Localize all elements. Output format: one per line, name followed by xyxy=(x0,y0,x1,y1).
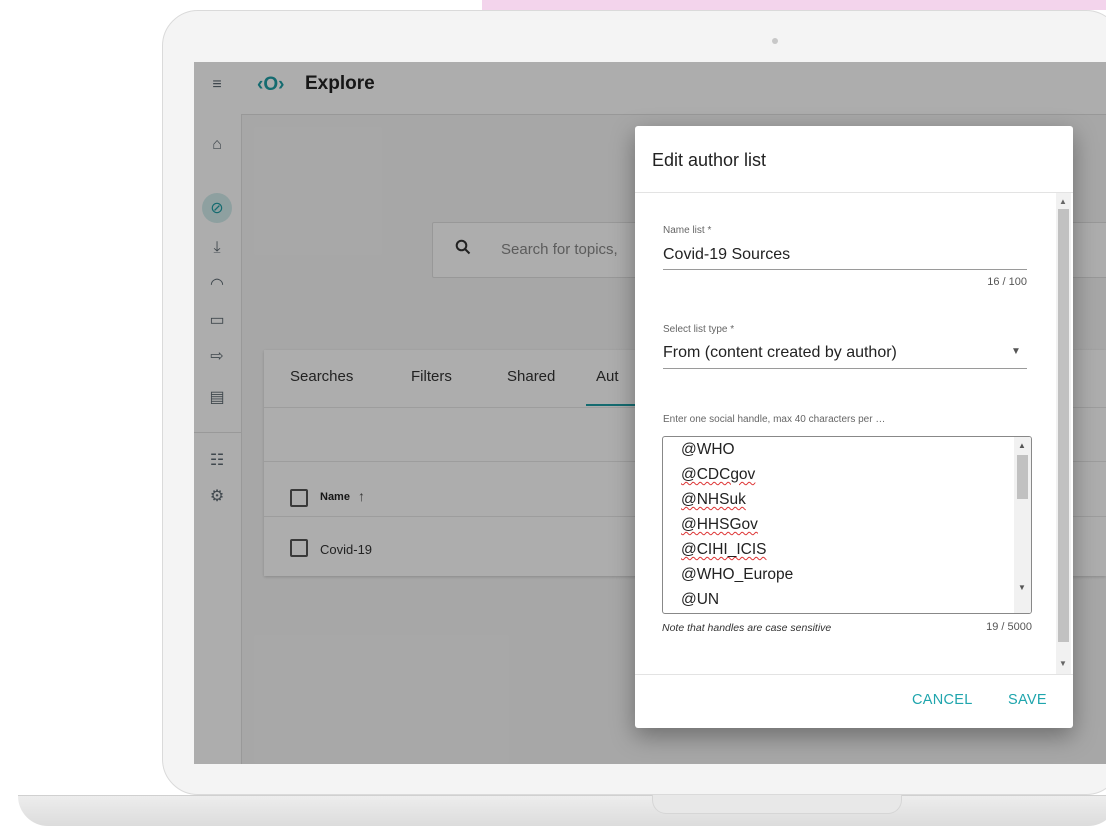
edit-author-list-dialog: Edit author list Name list * Covid-19 So… xyxy=(635,126,1073,728)
dialog-scroll-thumb[interactable] xyxy=(1058,209,1069,642)
dropdown-arrow-icon[interactable]: ▼ xyxy=(1011,346,1021,357)
dialog-scrollbar[interactable]: ▲ ▼ xyxy=(1056,193,1071,674)
scroll-down-icon[interactable]: ▼ xyxy=(1018,583,1026,592)
laptop-base xyxy=(18,795,1106,826)
handle-line: @WHO xyxy=(681,441,735,458)
name-list-input[interactable]: Covid-19 Sources xyxy=(663,246,790,264)
dialog-header-divider xyxy=(635,192,1073,193)
cancel-button[interactable]: CANCEL xyxy=(912,692,973,708)
list-type-label: Select list type * xyxy=(663,324,735,335)
list-type-underline xyxy=(663,368,1027,369)
laptop-notch xyxy=(652,795,902,814)
name-list-underline xyxy=(663,269,1027,270)
save-button[interactable]: SAVE xyxy=(1008,692,1047,708)
handle-line: @CIHI_ICIS xyxy=(681,541,767,558)
scroll-down-icon[interactable]: ▼ xyxy=(1059,659,1067,668)
textarea-scroll-thumb[interactable] xyxy=(1017,455,1028,499)
name-list-label: Name list * xyxy=(663,225,712,236)
handle-line: @UN xyxy=(681,591,720,608)
top-banner xyxy=(482,0,1106,10)
name-counter: 16 / 100 xyxy=(987,276,1027,288)
laptop-camera xyxy=(772,38,778,44)
handle-line: @WHO_Europe xyxy=(681,566,794,583)
scroll-up-icon[interactable]: ▲ xyxy=(1059,197,1067,206)
handle-line: @HHSGov xyxy=(681,516,758,533)
handles-textarea[interactable]: @WHO @CDCgov @NHSuk @HHSGov @CIHI_ICIS @… xyxy=(662,436,1032,614)
dialog-title: Edit author list xyxy=(652,150,767,170)
handle-line: @CDCgov xyxy=(681,466,756,483)
handles-label: Enter one social handle, max 40 characte… xyxy=(663,414,886,425)
case-sensitive-note: Note that handles are case sensitive xyxy=(662,622,832,634)
textarea-scrollbar[interactable]: ▲ ▼ xyxy=(1014,437,1031,613)
handle-line: @NHSuk xyxy=(681,491,746,508)
list-type-select[interactable]: From (content created by author) xyxy=(663,344,897,362)
handles-counter: 19 / 5000 xyxy=(986,621,1032,633)
scroll-up-icon[interactable]: ▲ xyxy=(1018,441,1026,450)
dialog-footer-divider xyxy=(635,674,1073,675)
